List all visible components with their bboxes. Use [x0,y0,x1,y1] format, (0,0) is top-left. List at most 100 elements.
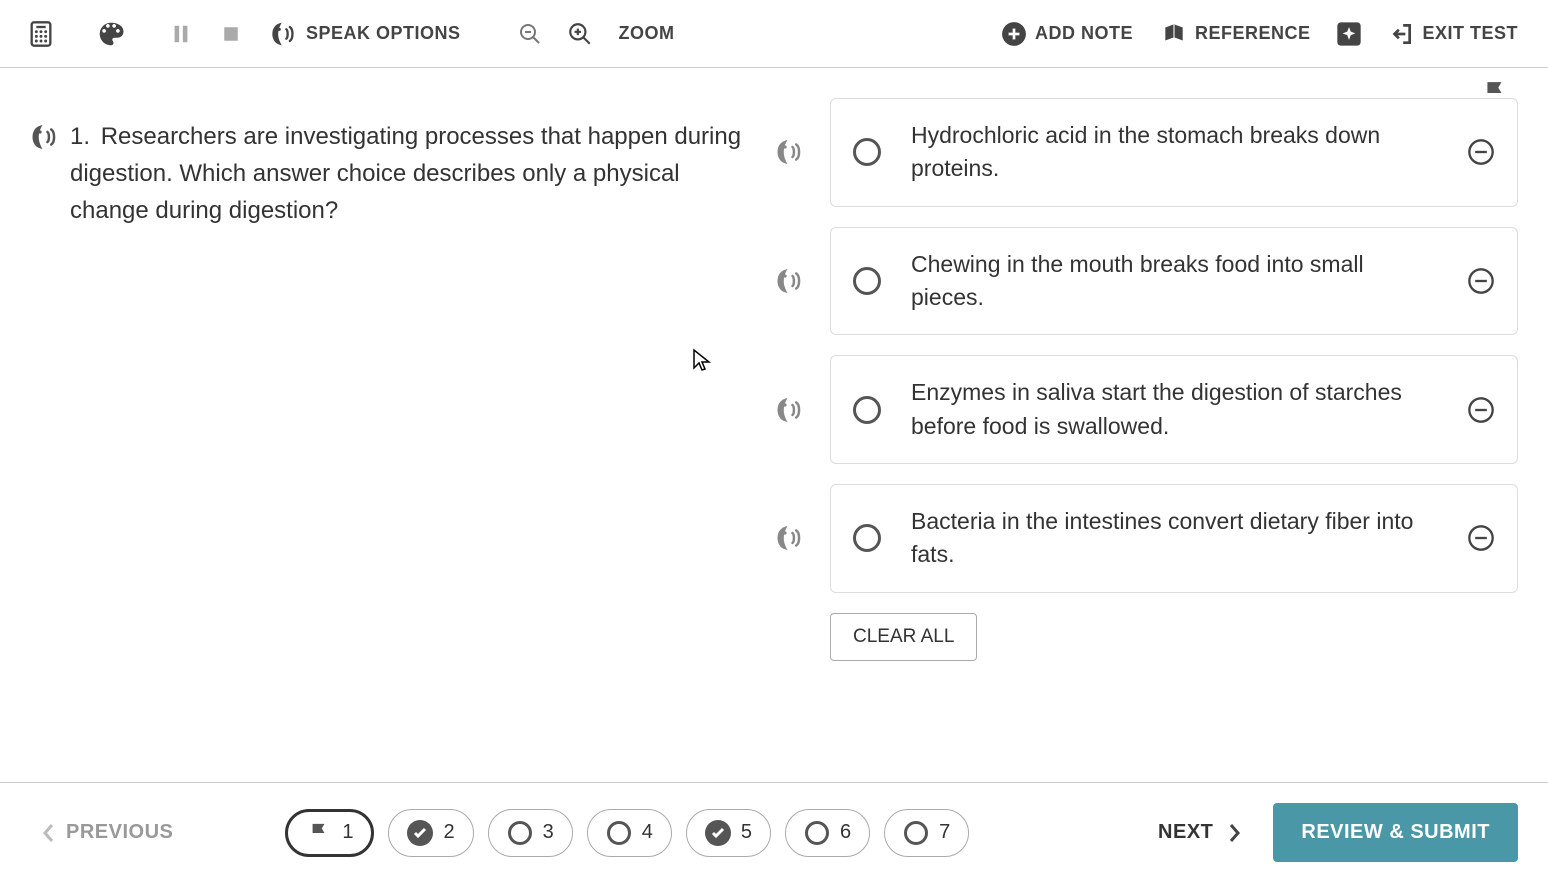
pill-number: 4 [642,821,653,844]
eliminate-button[interactable] [1467,524,1495,552]
pill-number: 3 [543,821,554,844]
empty-circle-icon [804,820,830,846]
exit-test-button[interactable]: EXIT TEST [1378,15,1528,53]
pause-icon [170,23,192,45]
answer-row: Chewing in the mouth breaks food into sm… [770,227,1518,336]
assistant-button[interactable] [1328,13,1370,55]
zoom-out-icon [518,22,542,46]
pill-number: 5 [741,821,752,844]
add-note-icon [1001,21,1027,47]
speak-options-button[interactable]: SPEAK OPTIONS [260,14,471,54]
bottom-nav: PREVIOUS 1 2 3 4 5 [0,782,1548,882]
question-text: 1. Researchers are investigating process… [70,118,750,782]
clear-all-button[interactable]: CLEAR ALL [830,613,977,661]
speak-icon [30,122,60,152]
toolbar: SPEAK OPTIONS ZOOM ADD NOTE REFERENCE EX… [0,0,1548,68]
zoom-in-icon [567,21,593,47]
add-note-button[interactable]: ADD NOTE [991,15,1143,53]
previous-label: PREVIOUS [66,821,173,844]
speak-answer-button[interactable] [770,523,810,553]
answer-text: Enzymes in saliva start the digestion of… [911,376,1437,443]
answer-row: Hydrochloric acid in the stomach breaks … [770,98,1518,207]
flag-icon [306,820,332,846]
pill-number: 7 [939,821,950,844]
next-label: NEXT [1158,821,1213,844]
clear-row: CLEAR ALL [770,613,1518,661]
answer-option[interactable]: Bacteria in the intestines convert dieta… [830,484,1518,593]
answer-text: Hydrochloric acid in the stomach breaks … [911,119,1437,186]
speak-icon [775,137,805,167]
answer-text: Chewing in the mouth breaks food into sm… [911,248,1437,315]
speak-answer-button[interactable] [770,395,810,425]
calculator-icon [27,20,55,48]
palette-button[interactable] [90,13,132,55]
flag-question-button[interactable] [1482,78,1508,108]
calculator-button[interactable] [20,13,62,55]
question-pill-6[interactable]: 6 [785,809,870,857]
chevron-left-icon [42,823,56,843]
review-submit-button[interactable]: REVIEW & SUBMIT [1273,803,1518,862]
zoom-in-button[interactable] [559,13,601,55]
question-column: 1. Researchers are investigating process… [30,88,770,782]
speak-icon [270,20,298,48]
eliminate-button[interactable] [1467,138,1495,166]
question-number: 1. [70,123,90,150]
answer-option[interactable]: Chewing in the mouth breaks food into sm… [830,227,1518,336]
speak-icon [775,523,805,553]
empty-circle-icon [507,820,533,846]
speak-icon [775,266,805,296]
radio-button[interactable] [853,396,881,424]
zoom-label: ZOOM [609,17,685,50]
question-pill-3[interactable]: 3 [488,809,573,857]
zoom-out-button[interactable] [509,13,551,55]
empty-circle-icon [606,820,632,846]
eliminate-icon [1467,138,1495,166]
speak-answer-button[interactable] [770,266,810,296]
stop-icon [222,25,240,43]
answer-row: Enzymes in saliva start the digestion of… [770,355,1518,464]
exit-test-label: EXIT TEST [1422,23,1518,44]
question-pill-7[interactable]: 7 [884,809,969,857]
answer-row: Bacteria in the intestines convert dieta… [770,484,1518,593]
question-body: Researchers are investigating processes … [70,123,741,224]
content-area: 1. Researchers are investigating process… [0,68,1548,782]
stop-button[interactable] [210,13,252,55]
pill-number: 6 [840,821,851,844]
eliminate-button[interactable] [1467,267,1495,295]
eliminate-icon [1467,396,1495,424]
eliminate-icon [1467,524,1495,552]
question-pill-5[interactable]: 5 [686,809,771,857]
reference-label: REFERENCE [1195,23,1311,44]
add-note-label: ADD NOTE [1035,23,1133,44]
reference-button[interactable]: REFERENCE [1151,15,1321,53]
radio-button[interactable] [853,524,881,552]
speak-question-button[interactable] [30,122,70,782]
eliminate-button[interactable] [1467,396,1495,424]
pause-button[interactable] [160,13,202,55]
assistant-icon [1335,20,1363,48]
check-circle-icon [407,820,433,846]
previous-button[interactable]: PREVIOUS [30,813,185,852]
palette-icon [96,19,126,49]
speak-answer-button[interactable] [770,137,810,167]
reference-icon [1161,21,1187,47]
exit-icon [1388,21,1414,47]
question-pill-1[interactable]: 1 [285,809,374,857]
pill-number: 1 [342,821,353,844]
question-pills: 1 2 3 4 5 6 7 [285,809,969,857]
chevron-right-icon [1227,823,1241,843]
check-circle-icon [705,820,731,846]
eliminate-icon [1467,267,1495,295]
question-pill-2[interactable]: 2 [388,809,473,857]
flag-icon [1482,78,1508,108]
answers-column: Hydrochloric acid in the stomach breaks … [770,88,1518,782]
answer-option[interactable]: Enzymes in saliva start the digestion of… [830,355,1518,464]
next-button[interactable]: NEXT [1146,813,1253,852]
question-pill-4[interactable]: 4 [587,809,672,857]
speak-options-label: SPEAK OPTIONS [306,23,461,44]
answer-text: Bacteria in the intestines convert dieta… [911,505,1437,572]
radio-button[interactable] [853,267,881,295]
radio-button[interactable] [853,138,881,166]
answer-option[interactable]: Hydrochloric acid in the stomach breaks … [830,98,1518,207]
speak-icon [775,395,805,425]
